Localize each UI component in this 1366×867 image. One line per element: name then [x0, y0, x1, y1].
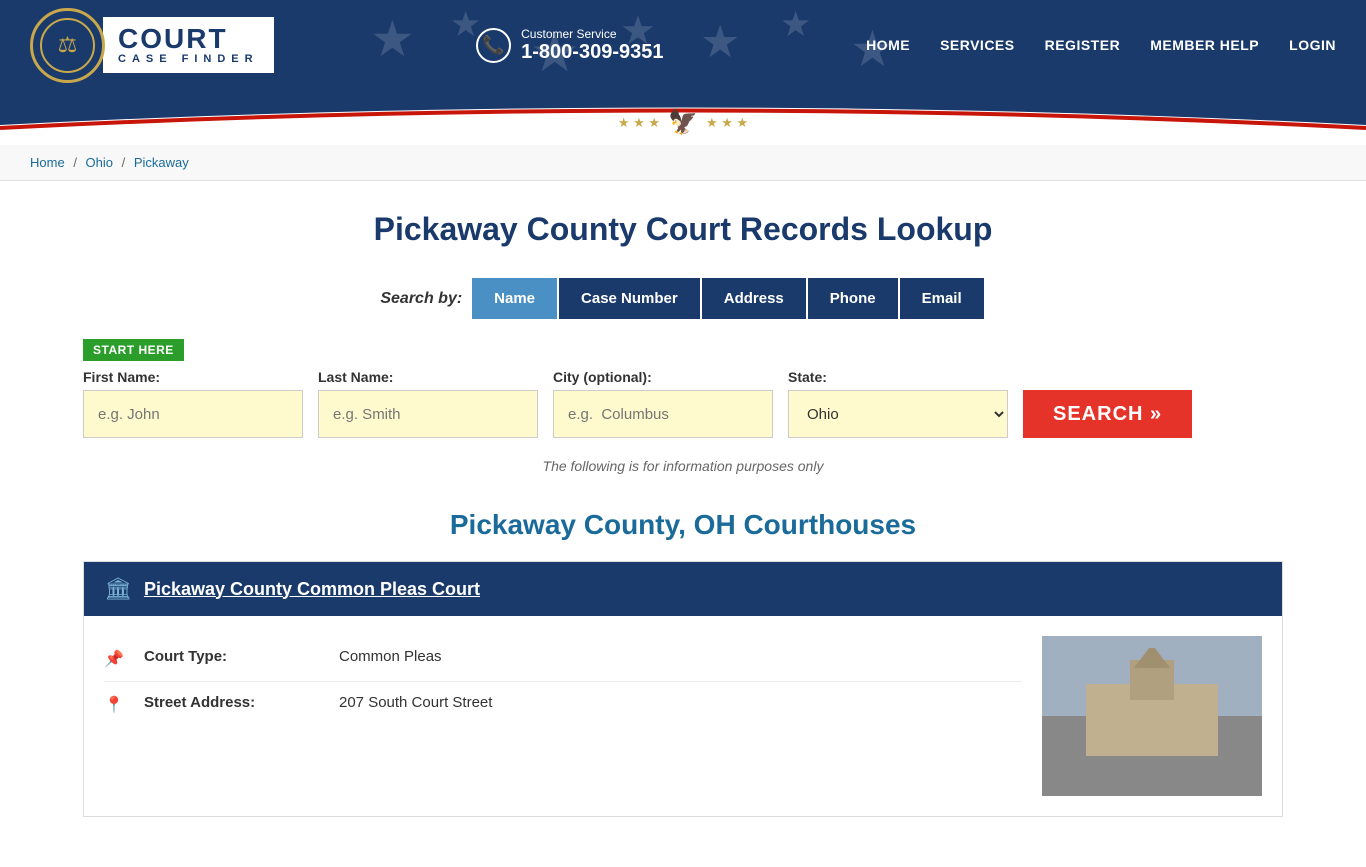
courthouse-img-building — [1042, 636, 1262, 796]
stars-right: ★ ★ ★ — [706, 115, 748, 131]
cs-phone: 1-800-309-9351 — [521, 41, 663, 63]
info-text: The following is for information purpose… — [83, 458, 1283, 474]
address-row: 📍 Street Address: 207 South Court Street — [104, 682, 1022, 727]
eagle-row: ★ ★ ★ 🦅 ★ ★ ★ — [618, 108, 748, 145]
nav-register[interactable]: REGISTER — [1045, 37, 1121, 53]
last-name-label: Last Name: — [318, 369, 538, 385]
state-select[interactable]: Ohio Alabama Alaska Arizona Arkansas Cal… — [788, 390, 1008, 438]
courthouse-card: 🏛 Pickaway County Common Pleas Court 📌 C… — [83, 561, 1283, 817]
logo-area[interactable]: ⚖ COURT CASE FINDER — [30, 8, 274, 83]
courthouses-title: Pickaway County, OH Courthouses — [83, 509, 1283, 541]
city-label: City (optional): — [553, 369, 773, 385]
start-here-badge: START HERE — [83, 339, 184, 361]
address-value: 207 South Court Street — [339, 694, 492, 711]
breadcrumb-pickaway[interactable]: Pickaway — [134, 155, 189, 170]
nav-login[interactable]: LOGIN — [1289, 37, 1336, 53]
main-nav: HOME SERVICES REGISTER MEMBER HELP LOGIN — [866, 37, 1336, 53]
first-name-group: First Name: — [83, 369, 303, 438]
stars-left: ★ ★ ★ — [618, 115, 660, 131]
nav-home[interactable]: HOME — [866, 37, 910, 53]
last-name-input[interactable] — [318, 390, 538, 438]
site-header: ★ ★ ★ ★ ★ ★ ★ ⚖ COURT CASE FINDER 📞 Cust… — [0, 0, 1366, 90]
address-label: Street Address: — [144, 694, 324, 711]
nav-member-help[interactable]: MEMBER HELP — [1150, 37, 1259, 53]
eagle-icon: 🦅 — [668, 108, 698, 137]
tab-address[interactable]: Address — [702, 278, 806, 319]
first-name-label: First Name: — [83, 369, 303, 385]
banner-arch: ★ ★ ★ 🦅 ★ ★ ★ — [0, 90, 1366, 145]
img-roof — [1134, 648, 1169, 668]
state-group: State: Ohio Alabama Alaska Arizona Arkan… — [788, 369, 1008, 438]
logo-circle: ⚖ — [30, 8, 105, 83]
breadcrumb-ohio[interactable]: Ohio — [86, 155, 113, 170]
logo-text-block: COURT CASE FINDER — [103, 17, 274, 73]
customer-service: 📞 Customer Service 1-800-309-9351 — [476, 27, 663, 64]
tab-name[interactable]: Name — [472, 278, 557, 319]
last-name-group: Last Name: — [318, 369, 538, 438]
breadcrumb-bar: Home / Ohio / Pickaway — [0, 145, 1366, 181]
first-name-input[interactable] — [83, 390, 303, 438]
search-by-label: Search by: — [380, 290, 462, 308]
logo-icon: ⚖ — [40, 18, 95, 73]
courthouse-image — [1042, 636, 1262, 796]
courthouse-building-icon: 🏛 — [104, 576, 132, 602]
cs-text: Customer Service 1-800-309-9351 — [521, 27, 663, 64]
tab-phone[interactable]: Phone — [808, 278, 898, 319]
tab-case-number[interactable]: Case Number — [559, 278, 700, 319]
search-form-row: First Name: Last Name: City (optional): … — [83, 369, 1283, 438]
cs-label: Customer Service — [521, 27, 663, 41]
city-group: City (optional): — [553, 369, 773, 438]
state-label: State: — [788, 369, 1008, 385]
page-title: Pickaway County Court Records Lookup — [83, 211, 1283, 248]
breadcrumb-sep-1: / — [73, 155, 80, 170]
court-type-row: 📌 Court Type: Common Pleas — [104, 636, 1022, 682]
search-button[interactable]: SEARCH » — [1023, 390, 1192, 438]
courthouse-body: 📌 Court Type: Common Pleas 📍 Street Addr… — [84, 616, 1282, 816]
court-type-icon: 📌 — [104, 649, 129, 669]
search-by-row: Search by: Name Case Number Address Phon… — [83, 278, 1283, 319]
breadcrumb-sep-2: / — [122, 155, 129, 170]
courthouse-header: 🏛 Pickaway County Common Pleas Court — [84, 562, 1282, 616]
city-input[interactable] — [553, 390, 773, 438]
logo-subtitle-text: CASE FINDER — [118, 53, 259, 65]
logo-court-text: COURT — [118, 25, 259, 53]
nav-services[interactable]: SERVICES — [940, 37, 1015, 53]
courthouse-details: 📌 Court Type: Common Pleas 📍 Street Addr… — [104, 636, 1022, 796]
address-icon: 📍 — [104, 695, 129, 715]
court-type-value: Common Pleas — [339, 648, 442, 665]
main-content: Pickaway County Court Records Lookup Sea… — [43, 181, 1323, 867]
court-type-label: Court Type: — [144, 648, 324, 665]
phone-icon: 📞 — [476, 28, 511, 63]
tab-email[interactable]: Email — [900, 278, 984, 319]
courthouse-name-link[interactable]: Pickaway County Common Pleas Court — [144, 579, 480, 600]
breadcrumb-home[interactable]: Home — [30, 155, 65, 170]
